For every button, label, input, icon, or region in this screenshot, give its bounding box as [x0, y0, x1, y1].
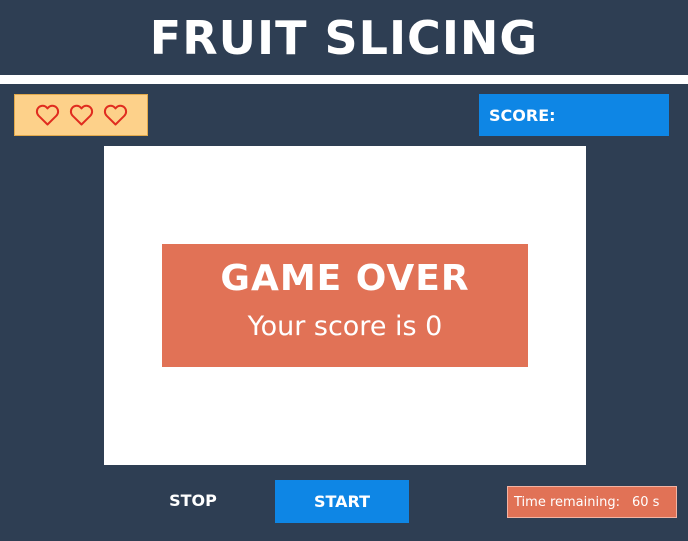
- play-field[interactable]: GAME OVER Your score is 0: [104, 146, 586, 465]
- final-score-message: Your score is 0: [247, 311, 443, 342]
- time-remaining-display: Time remaining: 60 s: [507, 486, 677, 518]
- heart-icon: [103, 104, 127, 126]
- score-display: SCORE:: [479, 94, 669, 136]
- time-remaining-value: 60 s: [631, 494, 660, 510]
- game-over-panel: GAME OVER Your score is 0: [162, 244, 528, 367]
- lives-indicator: [14, 94, 148, 136]
- time-remaining-label: Time remaining:: [514, 494, 620, 510]
- heart-icon: [35, 104, 59, 126]
- stop-button[interactable]: STOP: [150, 480, 236, 520]
- game-title: FRUIT SLICING: [149, 10, 539, 65]
- game-area: SCORE: GAME OVER Your score is 0 STOP ST…: [0, 84, 688, 541]
- score-label: SCORE:: [489, 105, 556, 125]
- heart-icon: [69, 104, 93, 126]
- game-over-title: GAME OVER: [220, 258, 470, 299]
- title-bar: FRUIT SLICING: [0, 0, 688, 75]
- start-button[interactable]: START: [275, 480, 409, 523]
